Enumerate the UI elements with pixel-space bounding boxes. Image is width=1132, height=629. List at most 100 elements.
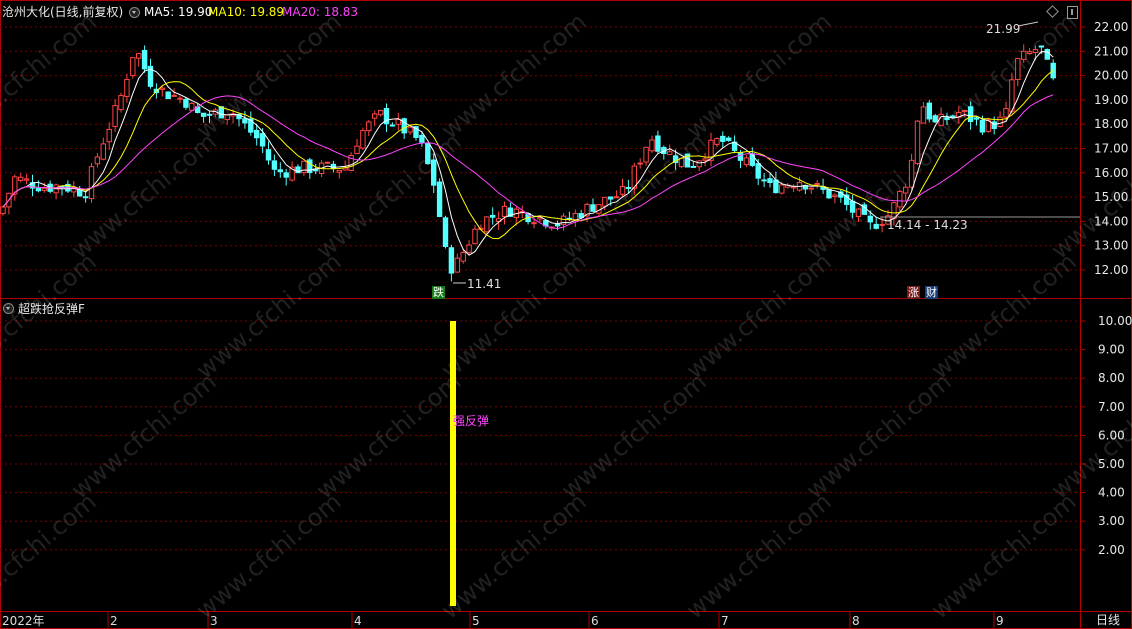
candle-body	[696, 160, 702, 168]
candle-body	[531, 222, 537, 225]
candle-body	[1032, 49, 1039, 53]
candle-body	[82, 196, 89, 199]
candle-body	[690, 165, 696, 168]
candle-body	[678, 157, 685, 168]
candle-body	[1044, 49, 1050, 60]
candle-body	[720, 135, 726, 142]
candle-body	[867, 215, 873, 223]
candle-body	[944, 117, 950, 121]
candle-body	[189, 102, 195, 111]
ma10-label: MA10: 19.89	[208, 5, 285, 19]
indicator-tick-label: 7.00	[1098, 400, 1125, 414]
candle-body	[613, 196, 620, 199]
signal-text: 强反弹	[453, 414, 490, 428]
candle-body	[106, 128, 112, 143]
watermark-text: www.cfchi.com	[926, 487, 1082, 624]
candle-body	[242, 118, 248, 124]
candle-body	[637, 162, 643, 165]
candle-body	[77, 189, 83, 197]
candle-body	[973, 117, 980, 120]
candle-body	[165, 91, 171, 100]
indicator-tick-label: 4.00	[1098, 486, 1125, 500]
time-label-year: 2022年	[2, 614, 45, 628]
candle-body	[714, 138, 720, 145]
candle-body	[979, 119, 986, 133]
watermark-text: www.cfchi.com	[1046, 367, 1132, 504]
candle-body	[35, 188, 42, 192]
candle-body	[773, 179, 779, 194]
candle-body	[360, 130, 366, 149]
candle-body	[183, 98, 189, 108]
candle-body	[283, 172, 289, 178]
candle-body	[743, 157, 750, 166]
watermark-text: www.cfchi.com	[311, 367, 467, 504]
candle-body	[1026, 51, 1033, 54]
candle-body	[950, 115, 956, 118]
candle-body	[18, 176, 24, 181]
badge-cai[interactable]: 财	[925, 286, 938, 299]
candle-body	[389, 124, 396, 127]
candle-body	[1003, 108, 1009, 118]
low-price-label: 11.41	[467, 277, 502, 291]
candle-body	[324, 161, 331, 164]
time-label-month: 7	[721, 614, 729, 628]
candle-body	[908, 159, 915, 188]
candle-body	[501, 205, 508, 218]
candle-body	[88, 166, 95, 200]
watermark-text: www.cfchi.com	[0, 487, 102, 624]
indicator-tick-label: 9.00	[1098, 343, 1125, 357]
candle-body	[914, 120, 921, 165]
price-tick-label: 17.00	[1094, 142, 1128, 156]
candle-body	[967, 106, 974, 123]
indicator-dropdown-icon[interactable]	[3, 303, 14, 314]
candle-body	[484, 216, 490, 233]
candle-body	[761, 179, 767, 182]
candle-body	[855, 208, 862, 217]
candle-body	[118, 95, 124, 111]
candle-body	[920, 106, 927, 124]
candle-body	[873, 223, 879, 229]
time-label-month: 4	[354, 614, 362, 628]
candle-body	[608, 196, 614, 200]
candle-body	[23, 178, 30, 181]
candle-body	[419, 134, 425, 143]
time-label-month: 8	[852, 614, 860, 628]
candle-body	[849, 200, 856, 213]
panel-toggle-icon[interactable]	[1067, 6, 1078, 19]
candle-body	[136, 53, 142, 59]
period-label[interactable]: 日线	[1096, 613, 1120, 627]
watermark-text: www.cfchi.com	[191, 487, 347, 624]
signal-bar	[450, 321, 456, 606]
candle-body	[808, 187, 814, 190]
candle-body	[141, 49, 148, 70]
candle-body	[572, 212, 578, 221]
candle-body	[431, 159, 437, 186]
candle-body	[454, 257, 461, 273]
candle-body	[271, 160, 278, 170]
candle-body	[177, 97, 183, 100]
candle-body	[130, 57, 136, 77]
candle-body	[602, 196, 608, 207]
badge-die[interactable]: 跌	[432, 286, 445, 299]
candle-body	[726, 137, 732, 141]
candle-body	[590, 204, 596, 212]
price-tick-label: 19.00	[1094, 93, 1128, 107]
high-price-label: 21.99	[986, 22, 1021, 36]
badge-zhang[interactable]: 涨	[907, 286, 920, 299]
candle-body	[832, 194, 838, 198]
candle-body	[826, 189, 832, 199]
watermark-text: www.cfchi.com	[436, 7, 592, 144]
candle-body	[259, 133, 266, 147]
watermark-text: www.cfchi.com	[191, 247, 347, 384]
watermark-text: www.cfchi.com	[0, 247, 102, 384]
candle-body	[879, 223, 885, 226]
candle-body	[171, 94, 177, 97]
candle-body	[0, 206, 6, 215]
support-range-label: 14.14 - 14.23	[887, 218, 968, 232]
candle-body	[625, 186, 632, 189]
settings-dropdown-icon[interactable]	[129, 7, 140, 18]
candle-body	[460, 252, 466, 262]
candle-body	[649, 139, 655, 152]
candle-body	[354, 145, 360, 155]
chart-stage: 12.0013.0014.0015.0016.0017.0018.0019.00…	[0, 0, 1132, 629]
